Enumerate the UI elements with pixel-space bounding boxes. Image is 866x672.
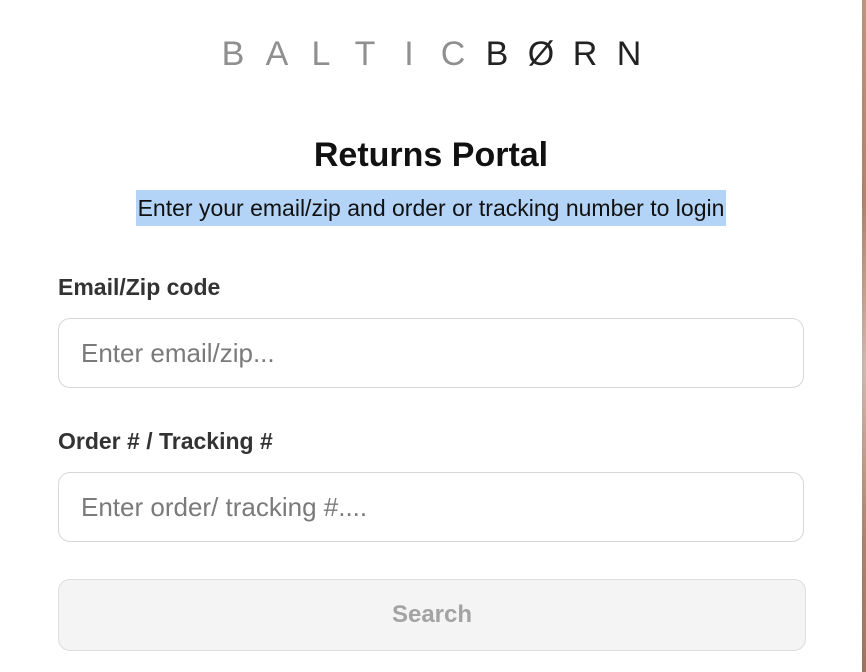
logo-letter: B [221,35,245,73]
logo-letter: L [311,35,331,73]
login-instructions: Enter your email/zip and order or tracki… [135,190,727,226]
order-tracking-input[interactable] [58,472,804,542]
logo-letter: R [572,35,598,73]
search-button[interactable]: Search [58,579,806,651]
page-title: Returns Portal [313,136,549,174]
order-tracking-label: Order # / Tracking # [58,428,273,454]
logo-letter: T [354,35,376,73]
logo-letter: N [616,35,642,73]
baltic-born-logo: BALTICBØRN [0,35,862,74]
logo-letter: Ø [527,35,555,73]
email-zip-label: Email/Zip code [58,274,221,300]
logo-letter: I [404,35,414,73]
logo-letter: C [440,35,466,73]
subtitle-container: Enter your email/zip and order or tracki… [0,190,862,226]
email-zip-input[interactable] [58,318,804,388]
logo-letter: B [485,35,509,73]
logo-letter: A [265,35,289,73]
